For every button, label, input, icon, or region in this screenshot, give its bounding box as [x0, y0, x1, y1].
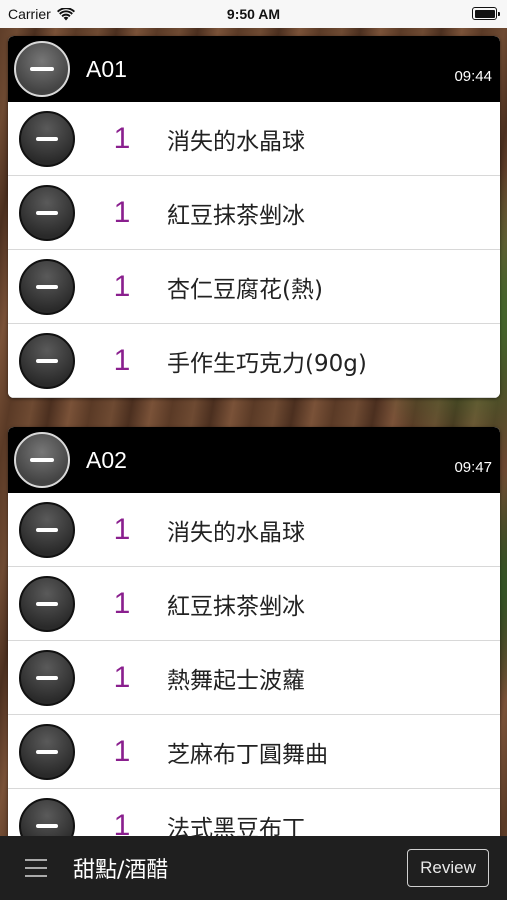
item-quantity: 1	[113, 512, 131, 546]
item-name: 杏仁豆腐花(熱)	[167, 276, 323, 303]
item-quantity: 1	[113, 121, 131, 155]
remove-item-button[interactable]	[19, 332, 75, 389]
item-quantity: 1	[113, 734, 131, 768]
order-item-row[interactable]: 1 手作生巧克力(90g)	[8, 324, 500, 398]
category-title: 甜點/酒醋	[73, 858, 169, 883]
order-item-row[interactable]: 1 消失的水晶球	[8, 493, 500, 567]
item-name: 芝麻布丁圓舞曲	[167, 741, 328, 768]
remove-item-button[interactable]	[19, 258, 75, 315]
status-bar: Carrier 9:50 AM	[0, 0, 507, 28]
order-item-row[interactable]: 1 消失的水晶球	[8, 102, 500, 176]
remove-item-button[interactable]	[19, 649, 75, 706]
order-card-a02: A02 09:47 1 消失的水晶球 1 紅豆抹茶剉冰 1 熱舞起士波蘿 1 芝…	[8, 427, 500, 836]
item-name: 紅豆抹茶剉冰	[167, 202, 305, 229]
status-time: 9:50 AM	[226, 6, 281, 22]
remove-order-button[interactable]	[14, 41, 70, 97]
order-item-row[interactable]: 1 法式黑豆布丁	[8, 789, 500, 836]
item-quantity: 1	[113, 343, 131, 377]
bottom-toolbar: 甜點/酒醋 Review	[0, 836, 507, 900]
order-item-row[interactable]: 1 芝麻布丁圓舞曲	[8, 715, 500, 789]
item-quantity: 1	[113, 660, 131, 694]
item-name: 消失的水晶球	[167, 128, 305, 155]
status-left: Carrier	[8, 6, 75, 22]
order-list[interactable]: A01 09:44 1 消失的水晶球 1 紅豆抹茶剉冰 1 杏仁豆腐花(熱) 1…	[0, 28, 507, 836]
battery-icon	[472, 7, 500, 20]
order-item-row[interactable]: 1 熱舞起士波蘿	[8, 641, 500, 715]
item-name: 消失的水晶球	[167, 519, 305, 546]
remove-item-button[interactable]	[19, 184, 75, 241]
table-name: A01	[86, 55, 127, 82]
order-item-row[interactable]: 1 紅豆抹茶剉冰	[8, 176, 500, 250]
order-item-row[interactable]: 1 紅豆抹茶剉冰	[8, 567, 500, 641]
item-name: 法式黑豆布丁	[167, 815, 305, 837]
order-item-row[interactable]: 1 杏仁豆腐花(熱)	[8, 250, 500, 324]
order-header: A01 09:44	[8, 36, 500, 102]
carrier-label: Carrier	[8, 6, 51, 22]
remove-item-button[interactable]	[19, 110, 75, 167]
item-name: 熱舞起士波蘿	[167, 667, 305, 694]
remove-item-button[interactable]	[19, 797, 75, 836]
table-name: A02	[86, 446, 127, 473]
item-quantity: 1	[113, 195, 131, 229]
hamburger-menu-icon[interactable]	[25, 859, 47, 877]
remove-item-button[interactable]	[19, 575, 75, 632]
item-quantity: 1	[113, 269, 131, 303]
order-card-a01: A01 09:44 1 消失的水晶球 1 紅豆抹茶剉冰 1 杏仁豆腐花(熱) 1…	[8, 36, 500, 398]
wifi-icon	[56, 7, 75, 20]
remove-order-button[interactable]	[14, 432, 70, 488]
item-name: 紅豆抹茶剉冰	[167, 593, 305, 620]
order-time: 09:44	[454, 68, 492, 85]
order-header: A02 09:47	[8, 427, 500, 493]
order-time: 09:47	[454, 459, 492, 476]
remove-item-button[interactable]	[19, 501, 75, 558]
item-name: 手作生巧克力(90g)	[167, 350, 367, 377]
item-quantity: 1	[113, 808, 131, 837]
remove-item-button[interactable]	[19, 723, 75, 780]
item-quantity: 1	[113, 586, 131, 620]
review-button[interactable]: Review	[407, 849, 489, 887]
